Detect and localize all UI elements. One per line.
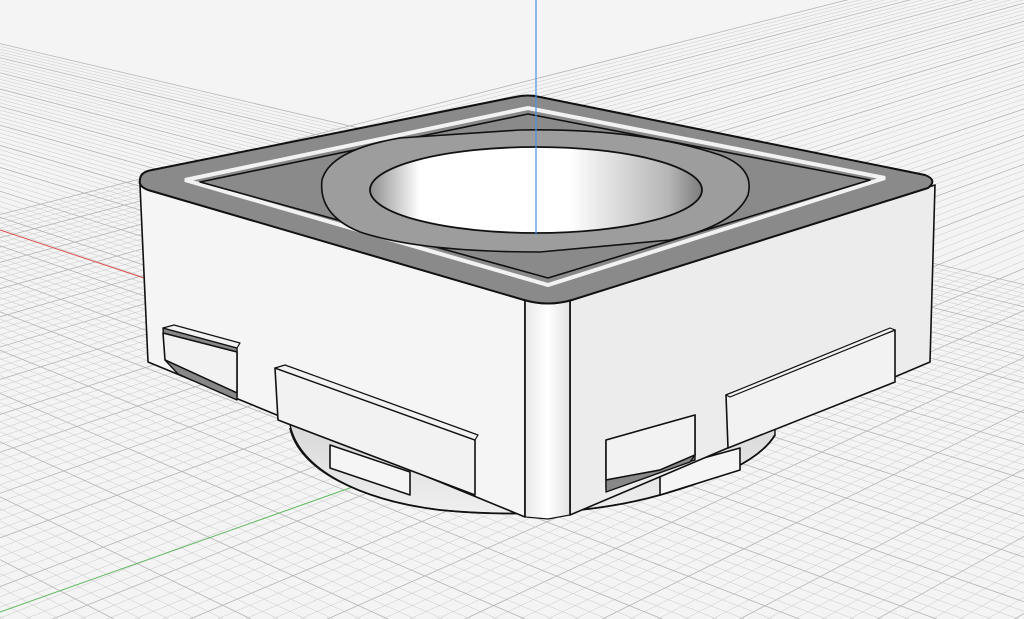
viewport-canvas[interactable] <box>0 0 1024 619</box>
front-corner-fillet[interactable] <box>524 299 571 520</box>
3d-viewport[interactable] <box>0 0 1024 619</box>
